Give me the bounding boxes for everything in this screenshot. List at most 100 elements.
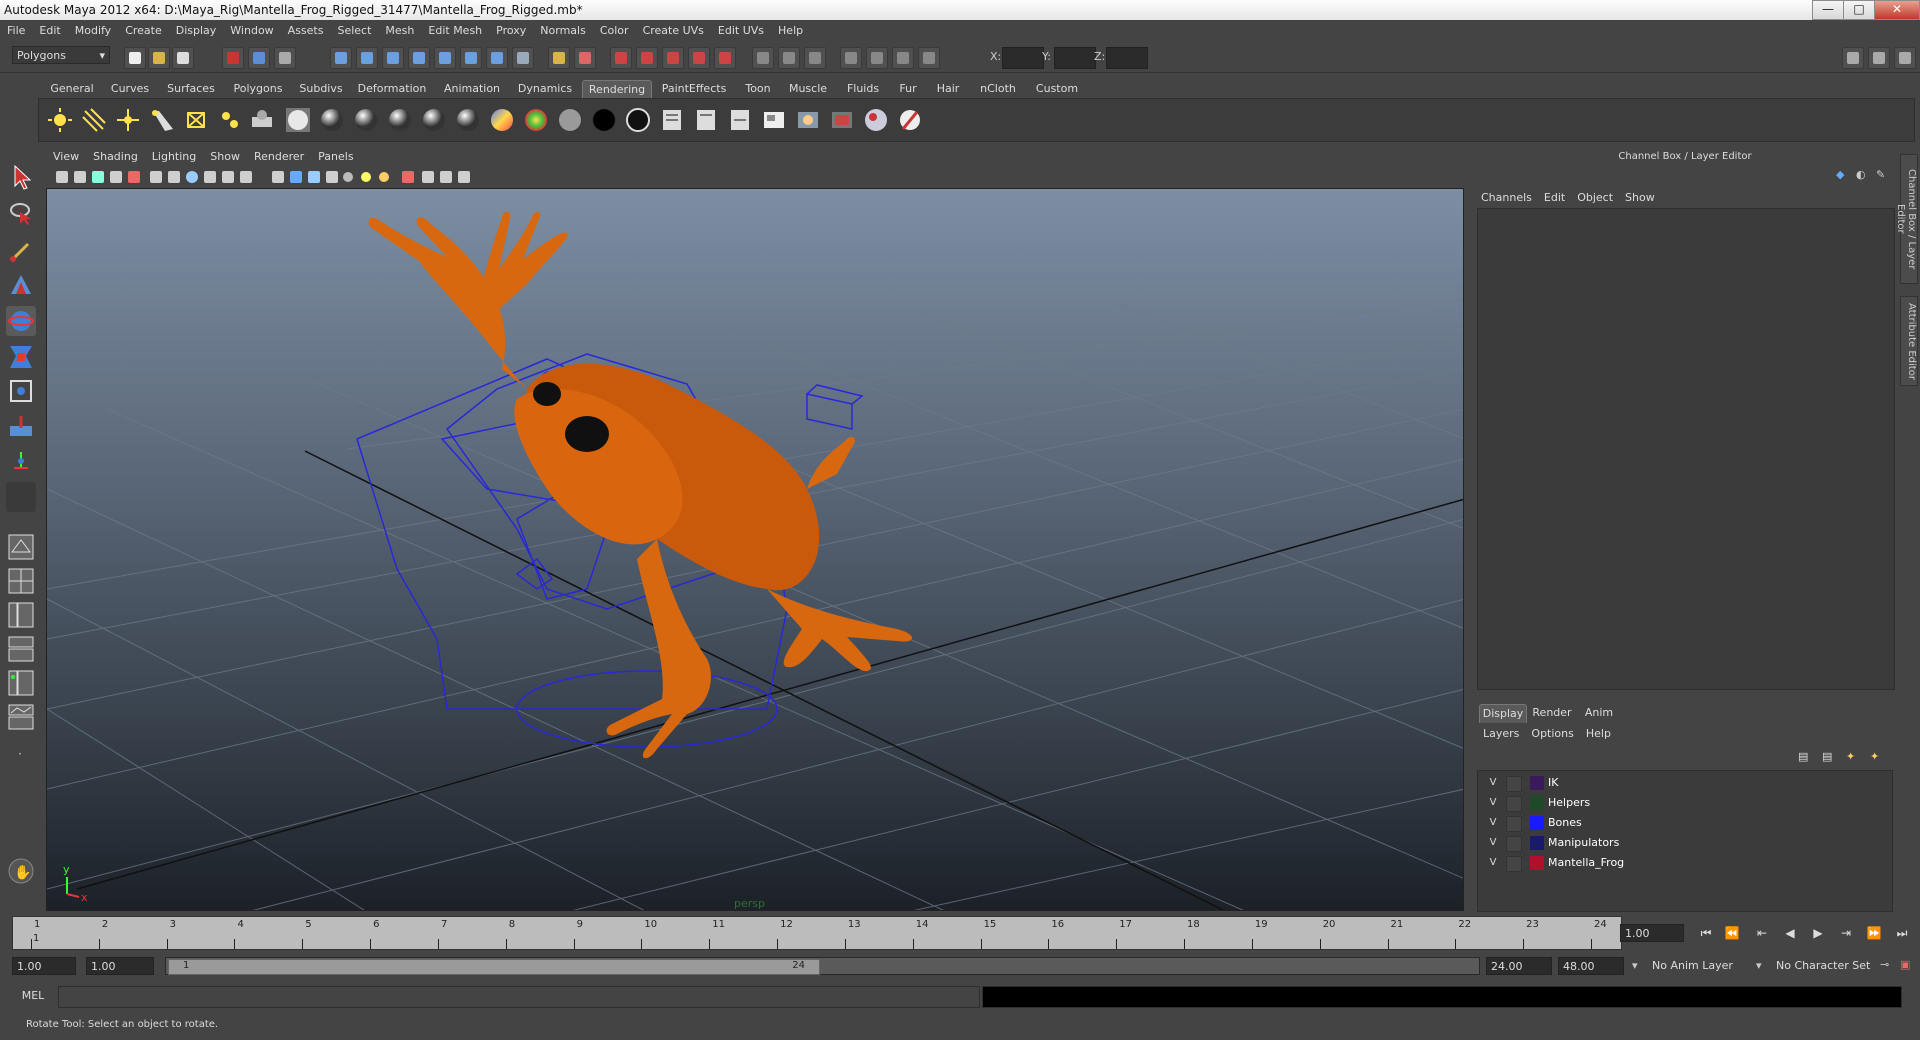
side-tab-channel-box[interactable]: Channel Box / Layer Editor — [1895, 154, 1918, 284]
phong-icon[interactable] — [353, 107, 379, 133]
viewport-menu-view[interactable]: View — [46, 148, 86, 166]
layer-tab-anim[interactable]: Anim — [1579, 704, 1619, 722]
layer-tab-display[interactable]: Display — [1479, 704, 1527, 723]
shelf-tab-surfaces[interactable]: Surfaces — [160, 80, 222, 98]
layer-color-swatch[interactable] — [1530, 836, 1544, 850]
time-slider[interactable]: 1 2 3 4 5 6 7 8 9 10 11 12 13 14 15 16 17 18 19 20 21 22 23 24 … — [12, 916, 1622, 950]
select-component-icon[interactable] — [274, 47, 296, 69]
shelf-tab-fur[interactable]: Fur — [892, 80, 924, 98]
toggle-attr-icon[interactable] — [892, 47, 914, 69]
render-view-icon[interactable] — [610, 47, 632, 69]
layer-playback-toggle[interactable] — [1506, 856, 1522, 872]
shelf-tab-muscle[interactable]: Muscle — [782, 80, 834, 98]
render-view-shelf-icon[interactable] — [829, 107, 855, 133]
channel-pin-icon[interactable]: ✎ — [1876, 168, 1885, 181]
show-channel-box-icon[interactable] — [1894, 47, 1916, 69]
snap-live-icon[interactable] — [434, 47, 456, 69]
hypershade-icon[interactable] — [714, 47, 736, 69]
shelf-tab-general[interactable]: General — [44, 80, 100, 98]
menu-edit-mesh[interactable]: Edit Mesh — [421, 20, 489, 42]
render-layer-icon[interactable] — [249, 107, 275, 133]
shelf-tab-polygons[interactable]: Polygons — [226, 80, 290, 98]
range-slider-handle[interactable]: 1 24 — [168, 959, 820, 975]
shelf-tab-dynamics[interactable]: Dynamics — [512, 80, 578, 98]
blinn-icon[interactable] — [319, 107, 345, 133]
layer-menu-layers[interactable]: Layers — [1477, 724, 1525, 744]
volume-light-icon[interactable] — [217, 107, 243, 133]
toggle-panel-icon[interactable] — [840, 47, 862, 69]
ipr-render-icon[interactable] — [662, 47, 684, 69]
menu-edit-uvs[interactable]: Edit UVs — [711, 20, 771, 42]
area-light-icon[interactable] — [183, 107, 209, 133]
channel-clock-icon[interactable]: ◐ — [1856, 168, 1866, 181]
layer-playback-toggle[interactable] — [1506, 796, 1522, 812]
menu-create[interactable]: Create — [118, 20, 169, 42]
phong-e-icon[interactable] — [387, 107, 413, 133]
go-to-end-icon[interactable]: ⏭ — [1892, 924, 1912, 942]
menu-window[interactable]: Window — [223, 20, 280, 42]
directional-light-icon[interactable] — [81, 107, 107, 133]
ambient-light-icon[interactable] — [47, 107, 73, 133]
menu-select[interactable]: Select — [330, 20, 378, 42]
black-shader-icon[interactable] — [625, 107, 651, 133]
layer-row-ik[interactable]: V IK — [1478, 773, 1890, 793]
mel-label[interactable]: MEL — [12, 984, 54, 1008]
universal-manipulator-icon[interactable] — [6, 376, 36, 406]
play-forward-icon[interactable]: ▶ — [1808, 924, 1828, 942]
move-layer-up-icon[interactable]: ▤ — [1798, 750, 1808, 763]
move-tool-icon[interactable] — [6, 272, 36, 302]
shelf-tab-fluids[interactable]: Fluids — [838, 80, 888, 98]
render-current-icon[interactable] — [636, 47, 658, 69]
viewport-toolbar-icons[interactable] — [46, 166, 566, 188]
anim-layer-dropdown-icon[interactable]: ▾ — [1632, 959, 1638, 972]
hypershade-shelf-icon[interactable] — [863, 107, 889, 133]
layer-color-swatch[interactable] — [1530, 796, 1544, 810]
save-scene-icon[interactable] — [172, 47, 194, 69]
shelf-tab-curves[interactable]: Curves — [104, 80, 156, 98]
toolbox-menu-icon[interactable]: · — [6, 736, 36, 766]
snap-plane-icon[interactable] — [408, 47, 430, 69]
shelf-tab-animation[interactable]: Animation — [436, 80, 508, 98]
shelf-tab-custom[interactable]: Custom — [1028, 80, 1086, 98]
snap-curve-icon[interactable] — [356, 47, 378, 69]
layer-color-swatch[interactable] — [1530, 856, 1544, 870]
render-settings-icon[interactable] — [688, 47, 710, 69]
viewport-menu-show[interactable]: Show — [203, 148, 247, 166]
menu-create-uvs[interactable]: Create UVs — [636, 20, 711, 42]
menu-display[interactable]: Display — [169, 20, 224, 42]
minimize-button[interactable]: — — [1812, 0, 1844, 20]
snap-point-icon[interactable] — [382, 47, 404, 69]
character-set-dropdown[interactable]: No Character Set — [1776, 959, 1870, 972]
layer-visibility-toggle[interactable]: V — [1486, 855, 1500, 871]
layer-menu-options[interactable]: Options — [1525, 724, 1579, 744]
snap-view-icon[interactable] — [460, 47, 482, 69]
layer-menu-help[interactable]: Help — [1580, 724, 1617, 744]
file-texture-icon[interactable] — [659, 107, 685, 133]
layout-four-view-icon[interactable] — [6, 566, 36, 596]
menu-file[interactable]: File — [0, 20, 32, 42]
layout-outliner-icon[interactable] — [804, 47, 826, 69]
layer-row-mantella-frog[interactable]: V Mantella_Frog — [1478, 853, 1890, 873]
select-hierarchy-icon[interactable] — [222, 47, 244, 69]
side-tab-attribute-editor[interactable]: Attribute Editor — [1900, 296, 1918, 386]
layer-playback-toggle[interactable] — [1506, 776, 1522, 792]
new-layer-icon[interactable]: ✦ — [1846, 750, 1855, 763]
layer-tab-render[interactable]: Render — [1529, 704, 1575, 722]
layered-shader-icon[interactable] — [455, 107, 481, 133]
layout-outliner-persp-icon[interactable] — [6, 600, 36, 630]
anim-prefs-icon[interactable]: ▣ — [1900, 958, 1910, 971]
last-tool-used-icon[interactable] — [6, 482, 36, 512]
cb-menu-show[interactable]: Show — [1619, 188, 1661, 208]
batch-render-icon[interactable] — [727, 107, 753, 133]
soft-mod-tool-icon[interactable] — [6, 412, 36, 442]
step-forward-frame-icon[interactable]: ⏩ — [1864, 924, 1884, 942]
viewport-menu-renderer[interactable]: Renderer — [247, 148, 311, 166]
shelf-tab-deformation[interactable]: Deformation — [352, 80, 432, 98]
start-time-field[interactable]: 1.00 — [12, 957, 76, 975]
move-layer-down-icon[interactable]: ▤ — [1822, 750, 1832, 763]
menu-color[interactable]: Color — [593, 20, 636, 42]
character-set-dropdown-icon[interactable]: ▾ — [1756, 959, 1762, 972]
render-region-icon[interactable] — [761, 107, 787, 133]
show-manipulator-icon[interactable] — [6, 446, 36, 476]
anisotropic-icon[interactable] — [421, 107, 447, 133]
